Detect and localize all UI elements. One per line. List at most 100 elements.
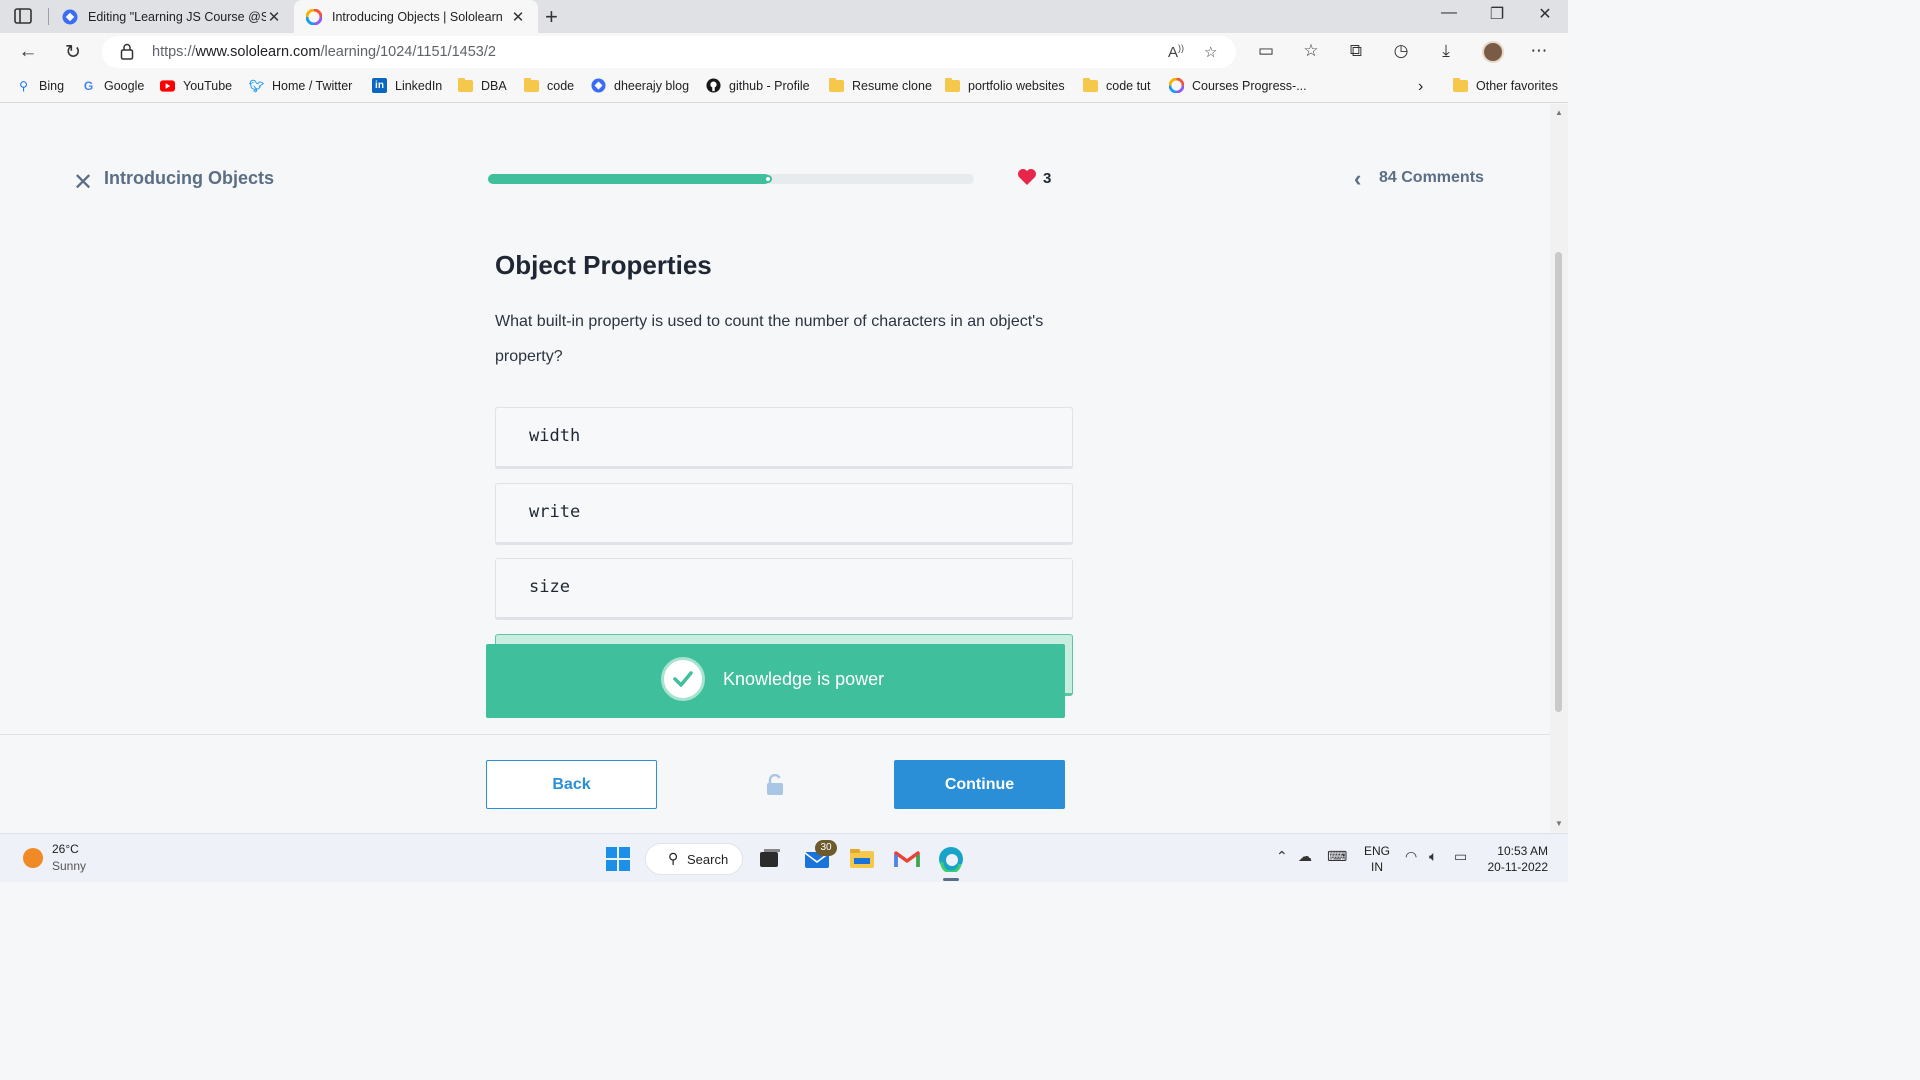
option-label: write bbox=[529, 502, 581, 522]
blog-tab-favicon-icon bbox=[62, 9, 78, 24]
favorite-label: Other favorites bbox=[1476, 78, 1558, 93]
favorite-resume-clone[interactable]: Resume clone bbox=[829, 77, 932, 93]
url-text[interactable]: https://www.sololearn.com/learning/1024/… bbox=[152, 44, 496, 60]
lives-count: 3 bbox=[1043, 170, 1052, 187]
weather-temperature[interactable]: 26°C bbox=[52, 842, 79, 856]
option-label: width bbox=[529, 426, 581, 446]
back-arrow-icon[interactable]: ← bbox=[15, 41, 41, 63]
tab-title: Editing "Learning JS Course @Sc bbox=[88, 9, 266, 24]
tab-actions-icon[interactable] bbox=[14, 8, 32, 24]
system-clock[interactable]: 10:53 AM 20-11-2022 bbox=[1482, 843, 1549, 875]
clock-date: 20-11-2022 bbox=[1487, 860, 1549, 874]
add-favorite-icon[interactable]: ☆ bbox=[1204, 43, 1217, 61]
favorite-dba[interactable]: DBA bbox=[458, 77, 507, 93]
taskbar-search[interactable]: ⚲ Search bbox=[645, 843, 743, 875]
folder-icon bbox=[945, 77, 960, 93]
favorite-label: github - Profile bbox=[729, 78, 810, 93]
favorite-label: LinkedIn bbox=[395, 78, 443, 93]
lesson-title: Introducing Objects bbox=[104, 168, 275, 188]
wifi-icon[interactable]: ◠ bbox=[1405, 848, 1417, 865]
favorite-youtube[interactable]: YouTube bbox=[160, 78, 232, 93]
weather-sun-icon[interactable] bbox=[23, 848, 43, 868]
region-code: IN bbox=[1371, 860, 1383, 874]
favorite-code-tut[interactable]: code tut bbox=[1083, 77, 1150, 93]
favorite-twitter[interactable]: 🐦︎ Home / Twitter bbox=[249, 78, 352, 93]
linkedin-icon: in bbox=[372, 78, 387, 93]
favorite-dheerajy-blog[interactable]: dheerajy blog bbox=[591, 78, 689, 93]
favorites-icon[interactable]: ☆ bbox=[1298, 41, 1324, 61]
toast-message: Knowledge is power bbox=[723, 669, 885, 689]
task-view-icon[interactable] bbox=[757, 846, 783, 872]
folder-icon bbox=[458, 77, 473, 93]
close-lesson-icon[interactable]: ✕ bbox=[73, 168, 93, 197]
favorite-code[interactable]: code bbox=[524, 77, 575, 93]
favorite-github[interactable]: github - Profile bbox=[706, 78, 810, 93]
tray-chevron-up-icon[interactable]: ⌃ bbox=[1276, 848, 1288, 865]
address-bar[interactable]: https://www.sololearn.com/learning/1024/… bbox=[102, 36, 1236, 68]
favorite-portfolio-websites[interactable]: portfolio websites bbox=[945, 77, 1065, 93]
page-scrollbar[interactable]: ▲ ▼ bbox=[1550, 104, 1568, 833]
onedrive-cloud-icon[interactable]: ☁ bbox=[1298, 848, 1312, 865]
edge-browser-icon[interactable] bbox=[938, 846, 964, 872]
tab-introducing-objects[interactable]: Introducing Objects | Sololearn ✕ bbox=[294, 0, 538, 33]
language-code: ENG bbox=[1364, 844, 1391, 858]
chevron-left-icon[interactable]: ‹ bbox=[1354, 166, 1361, 192]
new-tab-icon[interactable]: + bbox=[545, 4, 558, 30]
cast-icon[interactable]: ▭ bbox=[1253, 41, 1279, 61]
progress-fill bbox=[488, 174, 770, 184]
file-explorer-icon[interactable] bbox=[849, 846, 875, 872]
answer-option[interactable]: write bbox=[495, 483, 1073, 545]
tab-title: Introducing Objects | Sololearn bbox=[332, 9, 503, 24]
url-domain: www.sololearn.com bbox=[195, 44, 321, 60]
collections-icon[interactable]: ⧉ bbox=[1343, 41, 1369, 61]
close-tab-icon[interactable]: ✕ bbox=[266, 8, 282, 26]
weather-condition[interactable]: Sunny bbox=[52, 859, 86, 873]
comments-link[interactable]: 84 Comments bbox=[1379, 169, 1484, 187]
history-icon[interactable]: ◷ bbox=[1388, 41, 1414, 61]
keyboard-icon[interactable]: ⌨ bbox=[1327, 848, 1347, 865]
favorites-overflow-chevron-icon[interactable]: › bbox=[1418, 78, 1423, 96]
favorite-courses-progress[interactable]: Courses Progress-... bbox=[1169, 78, 1307, 93]
option-label: size bbox=[529, 577, 570, 597]
favorites-bar: ⚲ Bing G Google YouTube 🐦︎ Home / Twitte… bbox=[0, 71, 1568, 103]
url-protocol: https:// bbox=[152, 44, 196, 60]
favorite-google[interactable]: G Google bbox=[81, 78, 144, 93]
scroll-up-icon[interactable]: ▲ bbox=[1555, 108, 1563, 117]
downloads-icon[interactable]: ⤓ bbox=[1433, 41, 1459, 61]
youtube-icon bbox=[160, 78, 175, 93]
windows-start-icon[interactable] bbox=[606, 847, 630, 871]
back-button[interactable]: Back bbox=[486, 760, 657, 809]
favorite-other-favorites[interactable]: Other favorites bbox=[1453, 77, 1558, 93]
window-close-icon[interactable]: ✕ bbox=[1530, 4, 1560, 24]
tab-editing-course[interactable]: Editing "Learning JS Course @Sc ✕ bbox=[50, 0, 294, 33]
scroll-down-icon[interactable]: ▼ bbox=[1555, 819, 1563, 828]
lock-icon[interactable] bbox=[120, 43, 134, 60]
battery-icon[interactable]: ▭ bbox=[1454, 848, 1467, 865]
profile-avatar[interactable] bbox=[1482, 41, 1504, 63]
read-aloud-icon[interactable]: A)) bbox=[1168, 43, 1184, 61]
close-tab-icon[interactable]: ✕ bbox=[510, 8, 526, 26]
favorite-label: Resume clone bbox=[852, 78, 932, 93]
continue-button[interactable]: Continue bbox=[894, 760, 1065, 809]
scrollbar-thumb[interactable] bbox=[1555, 252, 1562, 712]
more-options-icon[interactable]: ⋯ bbox=[1526, 41, 1552, 61]
favorite-linkedin[interactable]: in LinkedIn bbox=[372, 78, 442, 93]
refresh-icon[interactable]: ↻ bbox=[60, 41, 86, 64]
lesson-page: ✕ Introducing Objects 3 ‹ 84 Comments Ob… bbox=[0, 104, 1550, 833]
restore-icon[interactable]: ❐ bbox=[1482, 4, 1512, 24]
heart-icon bbox=[1018, 169, 1036, 185]
question-title: Object Properties bbox=[495, 250, 712, 280]
gmail-icon[interactable] bbox=[894, 846, 920, 872]
browser-tab-bar: Editing "Learning JS Course @Sc ✕ Introd… bbox=[0, 0, 1568, 33]
favorite-label: code bbox=[547, 78, 575, 93]
favorite-bing[interactable]: ⚲ Bing bbox=[16, 78, 64, 93]
unlock-icon[interactable] bbox=[765, 774, 785, 796]
blog-icon bbox=[591, 78, 606, 93]
language-indicator[interactable]: ENG IN bbox=[1364, 843, 1390, 875]
check-circle-icon bbox=[661, 657, 705, 701]
favorite-label: portfolio websites bbox=[968, 78, 1065, 93]
answer-option[interactable]: width bbox=[495, 407, 1073, 469]
minimize-icon[interactable]: — bbox=[1434, 4, 1464, 22]
volume-icon[interactable]: 🔈︎ bbox=[1429, 848, 1437, 865]
answer-option[interactable]: size bbox=[495, 558, 1073, 620]
